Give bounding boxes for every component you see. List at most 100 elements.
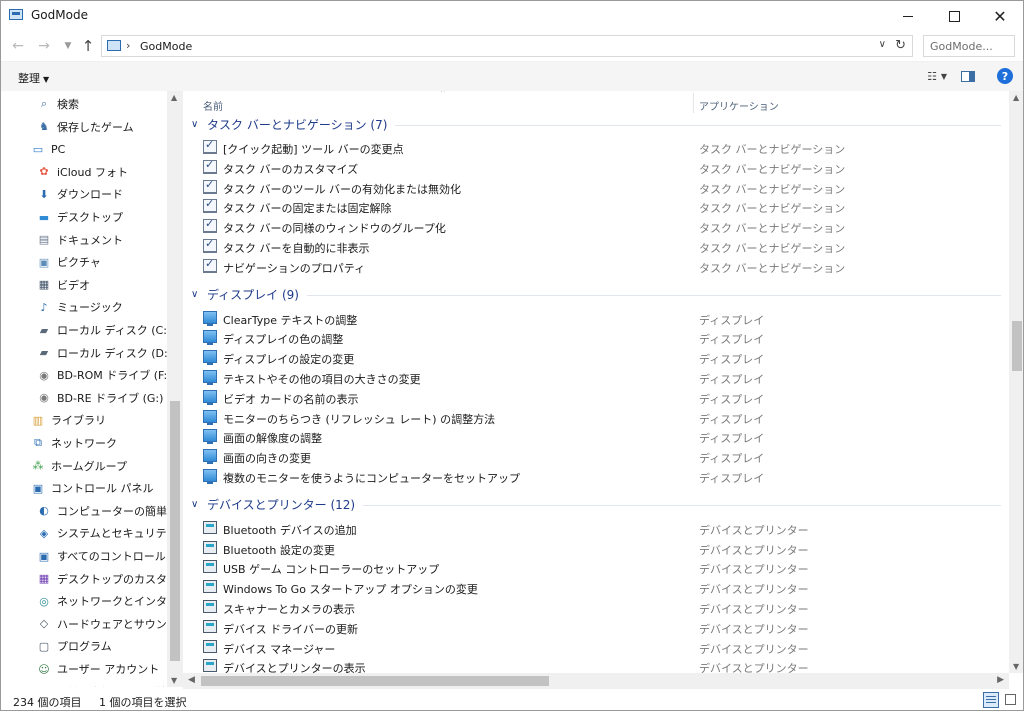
list-item[interactable]: テキストやその他の項目の大きさの変更 ディスプレイ [183, 367, 1009, 387]
sidebar-item-music[interactable]: ♪ ミュージック [1, 296, 167, 318]
organize-menu[interactable]: 整理 ▼ [18, 70, 49, 86]
sidebar-item-downloads[interactable]: ⬇ ダウンロード [1, 183, 167, 205]
recent-locations-button[interactable]: ▼ [59, 37, 77, 55]
column-divider[interactable] [693, 93, 694, 113]
list-item[interactable]: タスク バーのカスタマイズ タスク バーとナビゲーション [183, 157, 1009, 177]
list-item[interactable]: 複数のモニターを使うようにコンピューターをセットアップ ディスプレイ [183, 466, 1009, 486]
help-icon[interactable]: ? [997, 68, 1013, 84]
list-item[interactable]: スキャナーとカメラの表示 デバイスとプリンター [183, 597, 1009, 617]
group-header[interactable]: ∨ タスク バーとナビゲーション (7) [191, 114, 1001, 134]
item-application: デバイスとプリンター [699, 642, 809, 656]
chevron-down-icon[interactable]: ∨ [191, 289, 205, 300]
address-bar[interactable]: › GodMode ∨ ↻ [101, 35, 913, 57]
group-header[interactable]: ∨ ディスプレイ (9) [191, 285, 1001, 305]
group-header[interactable]: ∨ デバイスとプリンター (12) [191, 495, 1001, 515]
refresh-icon[interactable]: ↻ [895, 38, 906, 53]
sidebar-item-libraries[interactable]: ▥ ライブラリ [1, 409, 167, 431]
taskbar-settings-icon [203, 197, 217, 214]
list-item[interactable]: タスク バーの固定または固定解除 タスク バーとナビゲーション [183, 196, 1009, 216]
list-item[interactable]: タスク バーのツール バーの有効化または無効化 タスク バーとナビゲーション [183, 177, 1009, 197]
sidebar-item-icloud-photos[interactable]: ✿ iCloud フォト [1, 161, 167, 183]
list-item[interactable]: タスク バーの同様のウィンドウのグループ化 タスク バーとナビゲーション [183, 216, 1009, 236]
list-item[interactable]: ビデオ カードの名前の表示 ディスプレイ [183, 387, 1009, 407]
sidebar-item-pictures[interactable]: ▣ ピクチャ [1, 251, 167, 273]
sidebar-item-drive-c[interactable]: ▰ ローカル ディスク (C:) [1, 319, 167, 341]
search-box[interactable] [923, 35, 1015, 57]
sidebar-item-bd-re-drive[interactable]: ◉ BD-RE ドライブ (G:) [1, 387, 167, 409]
list-item[interactable]: デバイス ドライバーの更新 デバイスとプリンター [183, 617, 1009, 637]
sidebar-item-all-control-panel[interactable]: ▣ すべてのコントロール パネ [1, 545, 167, 567]
list-item[interactable]: デバイス マネージャー デバイスとプリンター [183, 637, 1009, 657]
libraries-icon: ▥ [32, 413, 44, 427]
column-name-header[interactable]: 名前 [203, 98, 223, 113]
up-button[interactable]: ↑ [79, 37, 97, 55]
preview-pane-icon[interactable] [961, 71, 975, 82]
maximize-button[interactable] [931, 1, 977, 31]
sidebar-item-pc[interactable]: ▭ PC [1, 138, 167, 160]
column-header: 名前 ⌃ アプリケーション [183, 91, 1009, 115]
list-item[interactable]: ClearType テキストの調整 ディスプレイ [183, 308, 1009, 328]
list-item[interactable]: 画面の向きの変更 ディスプレイ [183, 446, 1009, 466]
list-item[interactable]: 画面の解像度の調整 ディスプレイ [183, 426, 1009, 446]
sidebar-item-desktop-customize[interactable]: ▦ デスクトップのカスタマイズ [1, 568, 167, 590]
list-item[interactable]: [クイック起動] ツール バーの変更点 タスク バーとナビゲーション [183, 137, 1009, 157]
list-item[interactable]: タスク バーを自動的に非表示 タスク バーとナビゲーション [183, 236, 1009, 256]
caret-down-icon[interactable]: ▼ [941, 72, 947, 81]
column-app-header[interactable]: アプリケーション [699, 98, 779, 113]
scroll-left-icon[interactable]: ◀ [188, 675, 195, 685]
list-item[interactable]: Bluetooth デバイスの追加 デバイスとプリンター [183, 518, 1009, 538]
scroll-up-icon[interactable]: ▲ [171, 93, 177, 102]
scroll-right-icon[interactable]: ▶ [997, 675, 1004, 685]
sidebar-item-system-security[interactable]: ◈ システムとセキュリティ [1, 522, 167, 544]
sidebar-item-clock-region[interactable]: ◷ 時計、言語、および地域 [1, 681, 167, 687]
list-item[interactable]: Bluetooth 設定の変更 デバイスとプリンター [183, 538, 1009, 558]
sidebar-item-videos[interactable]: ▦ ビデオ [1, 274, 167, 296]
chevron-down-icon[interactable]: ∨ [879, 39, 886, 50]
sidebar-item-network-internet[interactable]: ◎ ネットワークとインターネッ [1, 590, 167, 612]
details-view-icon[interactable] [983, 692, 999, 708]
list-item[interactable]: ナビゲーションのプロパティ タスク バーとナビゲーション [183, 256, 1009, 276]
minimize-button[interactable] [885, 1, 931, 31]
sidebar-item-homegroup[interactable]: ⁂ ホームグループ [1, 455, 167, 477]
address-path[interactable]: GodMode [140, 40, 192, 53]
forward-button[interactable]: → [35, 37, 53, 55]
list-item[interactable]: Windows To Go スタートアップ オプションの変更 デバイスとプリンター [183, 577, 1009, 597]
list-item[interactable]: ディスプレイの設定の変更 ディスプレイ [183, 347, 1009, 367]
scrollbar-thumb[interactable] [201, 676, 549, 686]
chevron-right-icon[interactable]: › [126, 39, 130, 52]
sidebar-item-bd-rom-drive[interactable]: ◉ BD-ROM ドライブ (F:) [1, 364, 167, 386]
sidebar-item-search[interactable]: ⌕ 検索 [1, 93, 167, 115]
search-input[interactable] [930, 39, 1010, 53]
sidebar-item-label: ハードウェアとサウンド [57, 617, 167, 631]
scroll-down-icon[interactable]: ▼ [171, 676, 177, 685]
sidebar-item-user-accounts[interactable]: ☺ ユーザー アカウント [1, 658, 167, 680]
scroll-up-icon[interactable]: ▲ [1013, 93, 1019, 102]
sidebar-item-drive-d[interactable]: ▰ ローカル ディスク (D:) [1, 342, 167, 364]
item-application: ディスプレイ [699, 472, 765, 485]
item-name: タスク バーのツール バーの有効化または無効化 [223, 182, 461, 196]
file-list-horizontal-scrollbar[interactable]: ◀ ▶ [183, 673, 1009, 689]
close-button[interactable]: ✕ [977, 1, 1023, 31]
sidebar-item-saved-games[interactable]: ♞ 保存したゲーム [1, 116, 167, 138]
scrollbar-thumb[interactable] [170, 401, 180, 661]
sidebar-item-ease-of-access[interactable]: ◐ コンピューターの簡単操作 [1, 500, 167, 522]
sidebar-item-hardware-sound[interactable]: ◇ ハードウェアとサウンド [1, 613, 167, 635]
large-icons-view-icon[interactable] [1003, 692, 1019, 708]
sidebar-item-control-panel[interactable]: ▣ コントロール パネル [1, 477, 167, 499]
sidebar-item-programs[interactable]: ▢ プログラム [1, 635, 167, 657]
view-options-icon[interactable]: ☷ [927, 70, 937, 83]
navigation-scrollbar[interactable]: ▲ ▼ [167, 91, 183, 687]
list-item[interactable]: ディスプレイの色の調整 ディスプレイ [183, 327, 1009, 347]
sidebar-item-desktop[interactable]: ▬ デスクトップ [1, 206, 167, 228]
chevron-down-icon[interactable]: ∨ [191, 119, 205, 130]
sidebar-item-label: ダウンロード [57, 188, 123, 202]
chevron-down-icon[interactable]: ∨ [191, 499, 205, 510]
scroll-down-icon[interactable]: ▼ [1013, 662, 1019, 671]
list-item[interactable]: モニターのちらつき (リフレッシュ レート) の調整方法 ディスプレイ [183, 407, 1009, 427]
list-item[interactable]: USB ゲーム コントローラーのセットアップ デバイスとプリンター [183, 557, 1009, 577]
back-button[interactable]: ← [9, 37, 27, 55]
sidebar-item-network[interactable]: ⧉ ネットワーク [1, 432, 167, 454]
sidebar-item-documents[interactable]: ▤ ドキュメント [1, 229, 167, 251]
scrollbar-thumb[interactable] [1012, 321, 1022, 371]
file-list-vertical-scrollbar[interactable]: ▲ ▼ [1009, 91, 1023, 673]
